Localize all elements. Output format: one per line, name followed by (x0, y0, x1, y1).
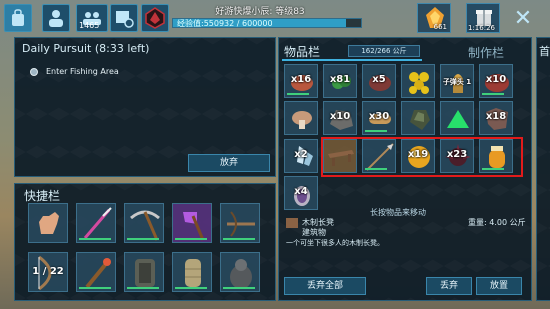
item-quantity: x4 (294, 186, 308, 197)
inventory-slot[interactable] (401, 101, 435, 135)
inventory-slot[interactable] (284, 101, 318, 135)
hotbar-slot[interactable] (220, 203, 260, 243)
spoil-bar (365, 130, 387, 132)
selected-item-thumb (286, 218, 298, 228)
place-button[interactable]: 放置 (476, 277, 522, 295)
gift-box-button[interactable]: 1:16:26 (466, 3, 500, 33)
friend-count: 1465 (79, 21, 100, 30)
durability-bar (223, 238, 255, 240)
hotbar-slot[interactable] (172, 203, 212, 243)
hotbar-slot[interactable] (76, 203, 116, 243)
hotbar-slot[interactable] (220, 252, 260, 292)
character-button[interactable] (42, 4, 70, 32)
hotbar-slot[interactable] (28, 203, 68, 243)
selected-item-type: 建筑物 (302, 228, 326, 237)
durability-bar (127, 287, 159, 289)
backpack-icon (12, 9, 24, 26)
durability-bar (175, 238, 207, 240)
move-hint: 长按物品来移动 (370, 208, 426, 217)
inventory-slot[interactable]: 子弹头 1 (440, 64, 474, 98)
item-quantity: x81 (329, 74, 351, 85)
item-quantity: 1 / 22 (32, 266, 64, 277)
inventory-slot[interactable]: x30 (362, 101, 396, 135)
inventory-slot[interactable] (401, 64, 435, 98)
xp-bar: 经验值:550932 / 600000 (172, 18, 362, 28)
item-quantity: x16 (290, 74, 312, 85)
selected-item-weight: 重量: 4.00 公斤 (468, 218, 526, 227)
spoil-bar (482, 93, 504, 95)
map-gear-icon (116, 11, 134, 28)
task-bullet-icon (30, 68, 38, 76)
inventory-slot[interactable]: x4 (284, 176, 318, 210)
hotbar-slot[interactable]: 1 / 22 (28, 252, 68, 292)
close-icon: ✕ (513, 6, 533, 31)
weight-capacity: 162/266 公斤 (348, 45, 420, 57)
tek-crest-icon (145, 7, 165, 29)
hotbar-title: 快捷栏 (24, 189, 61, 203)
durability-bar (223, 287, 255, 289)
hotbar-slot[interactable] (172, 252, 212, 292)
inventory-slot[interactable]: x5 (362, 64, 396, 98)
ember-currency[interactable]: 661 (417, 3, 451, 33)
hotbar-slot[interactable] (124, 252, 164, 292)
spoil-bar (287, 93, 309, 95)
abandon-pursuit-button[interactable]: 放弃 (188, 154, 270, 172)
mushroom-icon (292, 111, 312, 129)
durability-bar (79, 238, 111, 240)
hotbar-slot[interactable] (76, 252, 116, 292)
inventory-slot[interactable]: x10 (323, 101, 357, 135)
drop-all-button[interactable]: 丢弃全部 (284, 277, 366, 295)
tab-crafting[interactable]: 制作栏 (468, 44, 504, 61)
person-icon (49, 10, 63, 27)
gift-timer: 1:16:26 (468, 24, 495, 32)
triangle-icon (447, 110, 469, 128)
item-quantity: x30 (368, 111, 390, 122)
inventory-slot[interactable]: x18 (479, 101, 513, 135)
close-button[interactable]: ✕ (510, 7, 536, 33)
inventory-slot[interactable]: x16 (284, 64, 318, 98)
player-level-title: 好游快爆小辰: 等级83 (215, 7, 305, 17)
item-quantity: x18 (485, 111, 507, 122)
inventory-slot[interactable]: x10 (479, 64, 513, 98)
durability-bar (127, 238, 159, 240)
ore-icon (410, 110, 430, 130)
item-quantity: x2 (294, 149, 308, 160)
map-button[interactable] (110, 4, 138, 32)
tribe-button[interactable]: 1465 (76, 4, 108, 32)
active-tab-indicator (282, 59, 422, 61)
tek-button[interactable] (141, 4, 169, 32)
hotbar-slot[interactable] (124, 203, 164, 243)
pursuit-title: Daily Pursuit (8:33 left) (22, 42, 150, 55)
inventory-slot[interactable]: x81 (323, 64, 357, 98)
item-quantity: x10 (329, 111, 351, 122)
inventory-bag-button[interactable] (4, 4, 32, 32)
right-side-tab[interactable]: 首 (539, 43, 550, 59)
selected-item-desc: 一个可坐下很多人的木制长凳。 (286, 239, 384, 247)
right-side-panel (536, 37, 550, 301)
xp-text: 经验值:550932 / 600000 (177, 19, 273, 28)
selection-highlight (321, 137, 523, 177)
hand-icon (39, 212, 59, 234)
tab-inventory[interactable]: 物品栏 (284, 43, 320, 60)
item-quantity: x5 (372, 74, 386, 85)
grape-icon (409, 72, 429, 94)
durability-bar (175, 287, 207, 289)
ember-count: 661 (433, 23, 447, 31)
inventory-slot[interactable] (440, 101, 474, 135)
item-quantity: 子弹头 1 (442, 78, 472, 86)
durability-bar (79, 287, 111, 289)
drop-button[interactable]: 丢弃 (426, 277, 472, 295)
item-quantity: x10 (485, 74, 507, 85)
inventory-slot[interactable]: x2 (284, 139, 318, 173)
pursuit-task: Enter Fishing Area (46, 67, 119, 76)
